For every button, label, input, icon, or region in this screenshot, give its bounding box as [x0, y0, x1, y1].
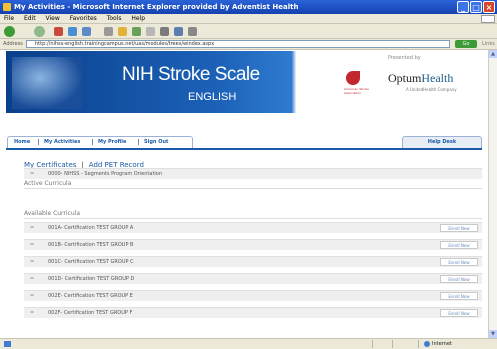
help-desk-tab[interactable]: Help Desk [402, 136, 482, 148]
list-item: = 001B- Certification TEST GROUP B Enrol… [24, 239, 482, 250]
minimize-button[interactable]: _ [457, 1, 469, 13]
nav-home[interactable]: Home [14, 136, 30, 148]
home-icon[interactable] [82, 27, 91, 36]
menu-tools[interactable]: Tools [107, 15, 122, 22]
discuss-icon[interactable] [188, 27, 197, 36]
refresh-icon[interactable] [68, 27, 77, 36]
banner-subtitle: ENGLISH [188, 91, 237, 103]
banner-photo [12, 57, 82, 109]
menu-edit[interactable]: Edit [24, 15, 36, 22]
enroll-now-button[interactable]: Enroll Now [440, 292, 478, 300]
list-item: = 001C- Certification TEST GROUP C Enrol… [24, 256, 482, 267]
optum-subtitle: A UnitedHealth Company [406, 87, 457, 92]
site-banner: NIH Stroke Scale ENGLISH Presented by Am… [6, 51, 482, 113]
available-curricula-heading: Available Curricula [24, 210, 80, 217]
print-icon[interactable] [160, 27, 169, 36]
links-label[interactable]: Links [482, 39, 495, 50]
scroll-down-icon[interactable]: ▼ [489, 330, 497, 338]
list-item[interactable]: = 0000- NIHSS - Segments Program Orienta… [24, 168, 482, 179]
edit-icon[interactable] [174, 27, 183, 36]
curriculum-name: 002F- Certification TEST GROUP F [48, 310, 133, 316]
enroll-now-button[interactable]: Enroll Now [440, 275, 478, 283]
menu-bar: File Edit View Favorites Tools Help [0, 14, 497, 24]
curriculum-name: 001A- Certification TEST GROUP A [48, 225, 134, 231]
list-item: = 002E- Certification TEST GROUP E Enrol… [24, 290, 482, 301]
mail-icon[interactable] [146, 27, 155, 36]
page-done-icon [4, 341, 11, 347]
enroll-now-button[interactable]: Enroll Now [440, 309, 478, 317]
list-item: = 001D- Certification TEST GROUP D Enrol… [24, 273, 482, 284]
menu-file[interactable]: File [4, 15, 14, 22]
nav-my-profile[interactable]: My Profile [98, 136, 126, 148]
window-title: My Activities - Microsoft Internet Explo… [14, 3, 299, 11]
list-item: = 001A- Certification TEST GROUP A Enrol… [24, 222, 482, 233]
forward-icon[interactable] [34, 26, 45, 37]
curriculum-name[interactable]: 0000- NIHSS - Segments Program Orientati… [48, 169, 162, 180]
status-bar: Internet [0, 338, 497, 349]
enroll-now-button[interactable]: Enroll Now [440, 224, 478, 232]
list-item: = 002F- Certification TEST GROUP F Enrol… [24, 307, 482, 318]
windows-logo-icon [481, 15, 495, 23]
internet-zone-icon [424, 341, 430, 347]
curriculum-name: 002E- Certification TEST GROUP E [48, 293, 133, 299]
toolbar [0, 24, 497, 39]
banner-title: NIH Stroke Scale [122, 64, 260, 85]
enroll-now-button[interactable]: Enroll Now [440, 258, 478, 266]
menu-view[interactable]: View [46, 15, 60, 22]
security-zone-label: Internet [432, 341, 452, 347]
menu-help[interactable]: Help [131, 15, 145, 22]
search-icon[interactable] [104, 27, 113, 36]
history-icon[interactable] [132, 27, 141, 36]
nav-my-activities[interactable]: My Activities [44, 136, 80, 148]
nav-bar: Home My Activities My Profile Sign Out H… [6, 136, 482, 150]
heart-flame-icon [346, 71, 360, 85]
menu-favorites[interactable]: Favorites [70, 15, 97, 22]
nav-sign-out[interactable]: Sign Out [144, 136, 168, 148]
enroll-now-button[interactable]: Enroll Now [440, 241, 478, 249]
address-input[interactable]: http://nihss-english.trainingcampus.net/… [26, 40, 450, 48]
curriculum-name: 001C- Certification TEST GROUP C [48, 259, 134, 265]
ie-icon [3, 3, 11, 11]
optum-health-logo: OptumHealth [388, 71, 454, 85]
address-bar: Address http://nihss-english.trainingcam… [0, 39, 497, 50]
page-content: NIH Stroke Scale ENGLISH Presented by Am… [0, 50, 488, 338]
curriculum-name: 001B- Certification TEST GROUP B [48, 242, 134, 248]
curriculum-name: 001D- Certification TEST GROUP D [48, 276, 135, 282]
go-button[interactable]: Go [455, 40, 477, 48]
back-icon[interactable] [4, 26, 15, 37]
favorites-icon[interactable] [118, 27, 127, 36]
presented-by: Presented by [388, 55, 421, 61]
vertical-scrollbar[interactable]: ▲ ▼ [488, 50, 497, 338]
stop-icon[interactable] [54, 27, 63, 36]
close-button[interactable]: × [483, 1, 495, 13]
address-label: Address [3, 41, 23, 47]
maximize-button[interactable]: □ [470, 1, 482, 13]
active-curricula-heading: Active Curricula [24, 180, 72, 187]
stroke-association-logo: American Stroke Association [342, 69, 382, 99]
title-bar: My Activities - Microsoft Internet Explo… [0, 0, 497, 14]
browser-window: My Activities - Microsoft Internet Explo… [0, 0, 497, 349]
scroll-up-icon[interactable]: ▲ [489, 50, 497, 58]
